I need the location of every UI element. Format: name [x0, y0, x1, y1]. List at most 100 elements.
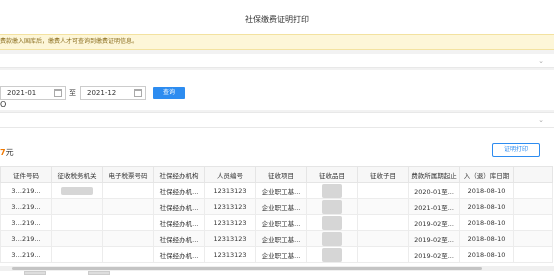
col-header-item: 征收项目: [255, 166, 307, 183]
col-header-date: 入（退）库日期: [459, 166, 514, 183]
bottom-tab[interactable]: [88, 271, 110, 275]
extra-cell: [513, 182, 553, 199]
id-cell: 3…219...: [0, 230, 52, 247]
extra-cell: [513, 214, 553, 231]
item-cell: 企业职工基...: [255, 214, 307, 231]
period-cell: 2020-01至...: [408, 182, 460, 199]
tax-office-cell: [51, 246, 103, 263]
item-cell: 企业职工基...: [255, 246, 307, 263]
ticket-no-cell: [102, 214, 154, 231]
table-row[interactable]: 3…219... 社保经办机... 12313123 企业职工基... 2020-01至…: [0, 182, 553, 199]
item-cell: 企业职工基...: [255, 182, 307, 199]
payment-table: 证件号码 征收税务机关 电子税票号码 社保经办机构 人员编号 征收项目 征收品目…: [0, 166, 553, 263]
redacted-block: [322, 199, 342, 214]
period-cell: 2021-01至...: [408, 198, 460, 215]
date-cell: 2018-08-10: [459, 182, 514, 199]
ticket-no-cell: [102, 230, 154, 247]
chevron-down-icon[interactable]: ⌄: [538, 57, 544, 65]
subcategory-cell: [357, 230, 409, 247]
horizontal-scrollbar[interactable]: [0, 266, 554, 271]
redacted-block: [322, 247, 342, 262]
redacted-block: [61, 186, 93, 195]
tax-office-cell: [51, 182, 103, 199]
chevron-down-icon[interactable]: ⌄: [538, 116, 544, 124]
tax-office-cell: [51, 230, 103, 247]
col-header-tax-office: 征收税务机关: [51, 166, 103, 183]
col-header-agency: 社保经办机构: [153, 166, 205, 183]
tax-office-cell: [51, 214, 103, 231]
category-cell: [306, 182, 358, 199]
id-cell: 3…219...: [0, 182, 52, 199]
table-row[interactable]: 3…219... 社保经办机... 12313123 企业职工基... 2019-02至…: [0, 246, 553, 263]
date-cell: 2018-08-10: [459, 198, 514, 215]
redacted-block: [322, 231, 342, 246]
table-row[interactable]: 3…219... 社保经办机... 12313123 企业职工基... 2019-02至…: [0, 214, 553, 231]
bottom-tab[interactable]: [24, 271, 46, 275]
col-header-extra: [513, 166, 553, 183]
tax-office-cell: [51, 198, 103, 215]
category-cell: [306, 246, 358, 263]
calendar-icon[interactable]: [54, 89, 62, 97]
col-header-category: 征收品目: [306, 166, 358, 183]
redacted-block: [322, 183, 342, 198]
date-cell: 2018-08-10: [459, 214, 514, 231]
agency-cell: 社保经办机...: [153, 214, 205, 231]
ticket-no-cell: [102, 198, 154, 215]
col-header-period: 费款所属期起止: [408, 166, 460, 183]
id-cell: 3…219...: [0, 214, 52, 231]
edge-label: O: [0, 100, 7, 109]
ticket-no-cell: [102, 182, 154, 199]
notice-banner: 费款缴入国库后，缴费人才可查询到缴费证明信息。: [0, 34, 554, 50]
end-date-value: 2021-12: [87, 89, 117, 97]
subcategory-cell: [357, 198, 409, 215]
calendar-icon[interactable]: [134, 89, 142, 97]
category-cell: [306, 198, 358, 215]
category-cell: [306, 214, 358, 231]
end-date-input[interactable]: 2021-12: [80, 86, 146, 100]
id-cell: 3…219...: [0, 198, 52, 215]
col-header-id: 证件号码: [0, 166, 52, 183]
agency-cell: 社保经办机...: [153, 246, 205, 263]
query-button[interactable]: 查询: [153, 87, 185, 99]
scrollbar-thumb[interactable]: [12, 267, 482, 270]
start-date-value: 2021-01: [7, 89, 37, 97]
print-certificate-button[interactable]: 证明打印: [492, 143, 540, 157]
redacted-block: [322, 215, 342, 230]
agency-cell: 社保经办机...: [153, 182, 205, 199]
extra-cell: [513, 246, 553, 263]
col-header-ticket-no: 电子税票号码: [102, 166, 154, 183]
table-row[interactable]: 3…219... 社保经办机... 12313123 企业职工基... 2021-01至…: [0, 198, 553, 215]
item-cell: 企业职工基...: [255, 230, 307, 247]
period-cell: 2019-02至...: [408, 230, 460, 247]
period-cell: 2019-02至...: [408, 214, 460, 231]
subcategory-cell: [357, 182, 409, 199]
amount-unit: 元: [5, 148, 14, 157]
filter-section-header[interactable]: ⌄: [0, 54, 554, 68]
date-cell: 2018-08-10: [459, 230, 514, 247]
extra-cell: [513, 230, 553, 247]
start-date-input[interactable]: 2021-01: [0, 86, 66, 100]
id-cell: 3…219...: [0, 246, 52, 263]
date-cell: 2018-08-10: [459, 246, 514, 263]
col-header-subcategory: 征收子目: [357, 166, 409, 183]
person-no-cell: 12313123: [204, 182, 256, 199]
result-section-header[interactable]: ⌄: [0, 112, 554, 128]
person-no-cell: 12313123: [204, 246, 256, 263]
extra-cell: [513, 198, 553, 215]
table-header-row: 证件号码 征收税务机关 电子税票号码 社保经办机构 人员编号 征收项目 征收品目…: [0, 166, 553, 183]
person-no-cell: 12313123: [204, 214, 256, 231]
table-row[interactable]: 3…219... 社保经办机... 12313123 企业职工基... 2019-02至…: [0, 230, 553, 247]
ticket-no-cell: [102, 246, 154, 263]
period-cell: 2019-02至...: [408, 246, 460, 263]
item-cell: 企业职工基...: [255, 198, 307, 215]
subcategory-cell: [357, 246, 409, 263]
subcategory-cell: [357, 214, 409, 231]
total-amount: 7元: [0, 147, 14, 158]
page-title: 社保缴费证明打印: [0, 0, 554, 34]
filter-panel: 2021-01 至 2021-12 查询 O: [0, 70, 554, 110]
col-header-person-no: 人员编号: [204, 166, 256, 183]
agency-cell: 社保经办机...: [153, 198, 205, 215]
agency-cell: 社保经办机...: [153, 230, 205, 247]
date-separator: 至: [69, 89, 76, 97]
person-no-cell: 12313123: [204, 230, 256, 247]
